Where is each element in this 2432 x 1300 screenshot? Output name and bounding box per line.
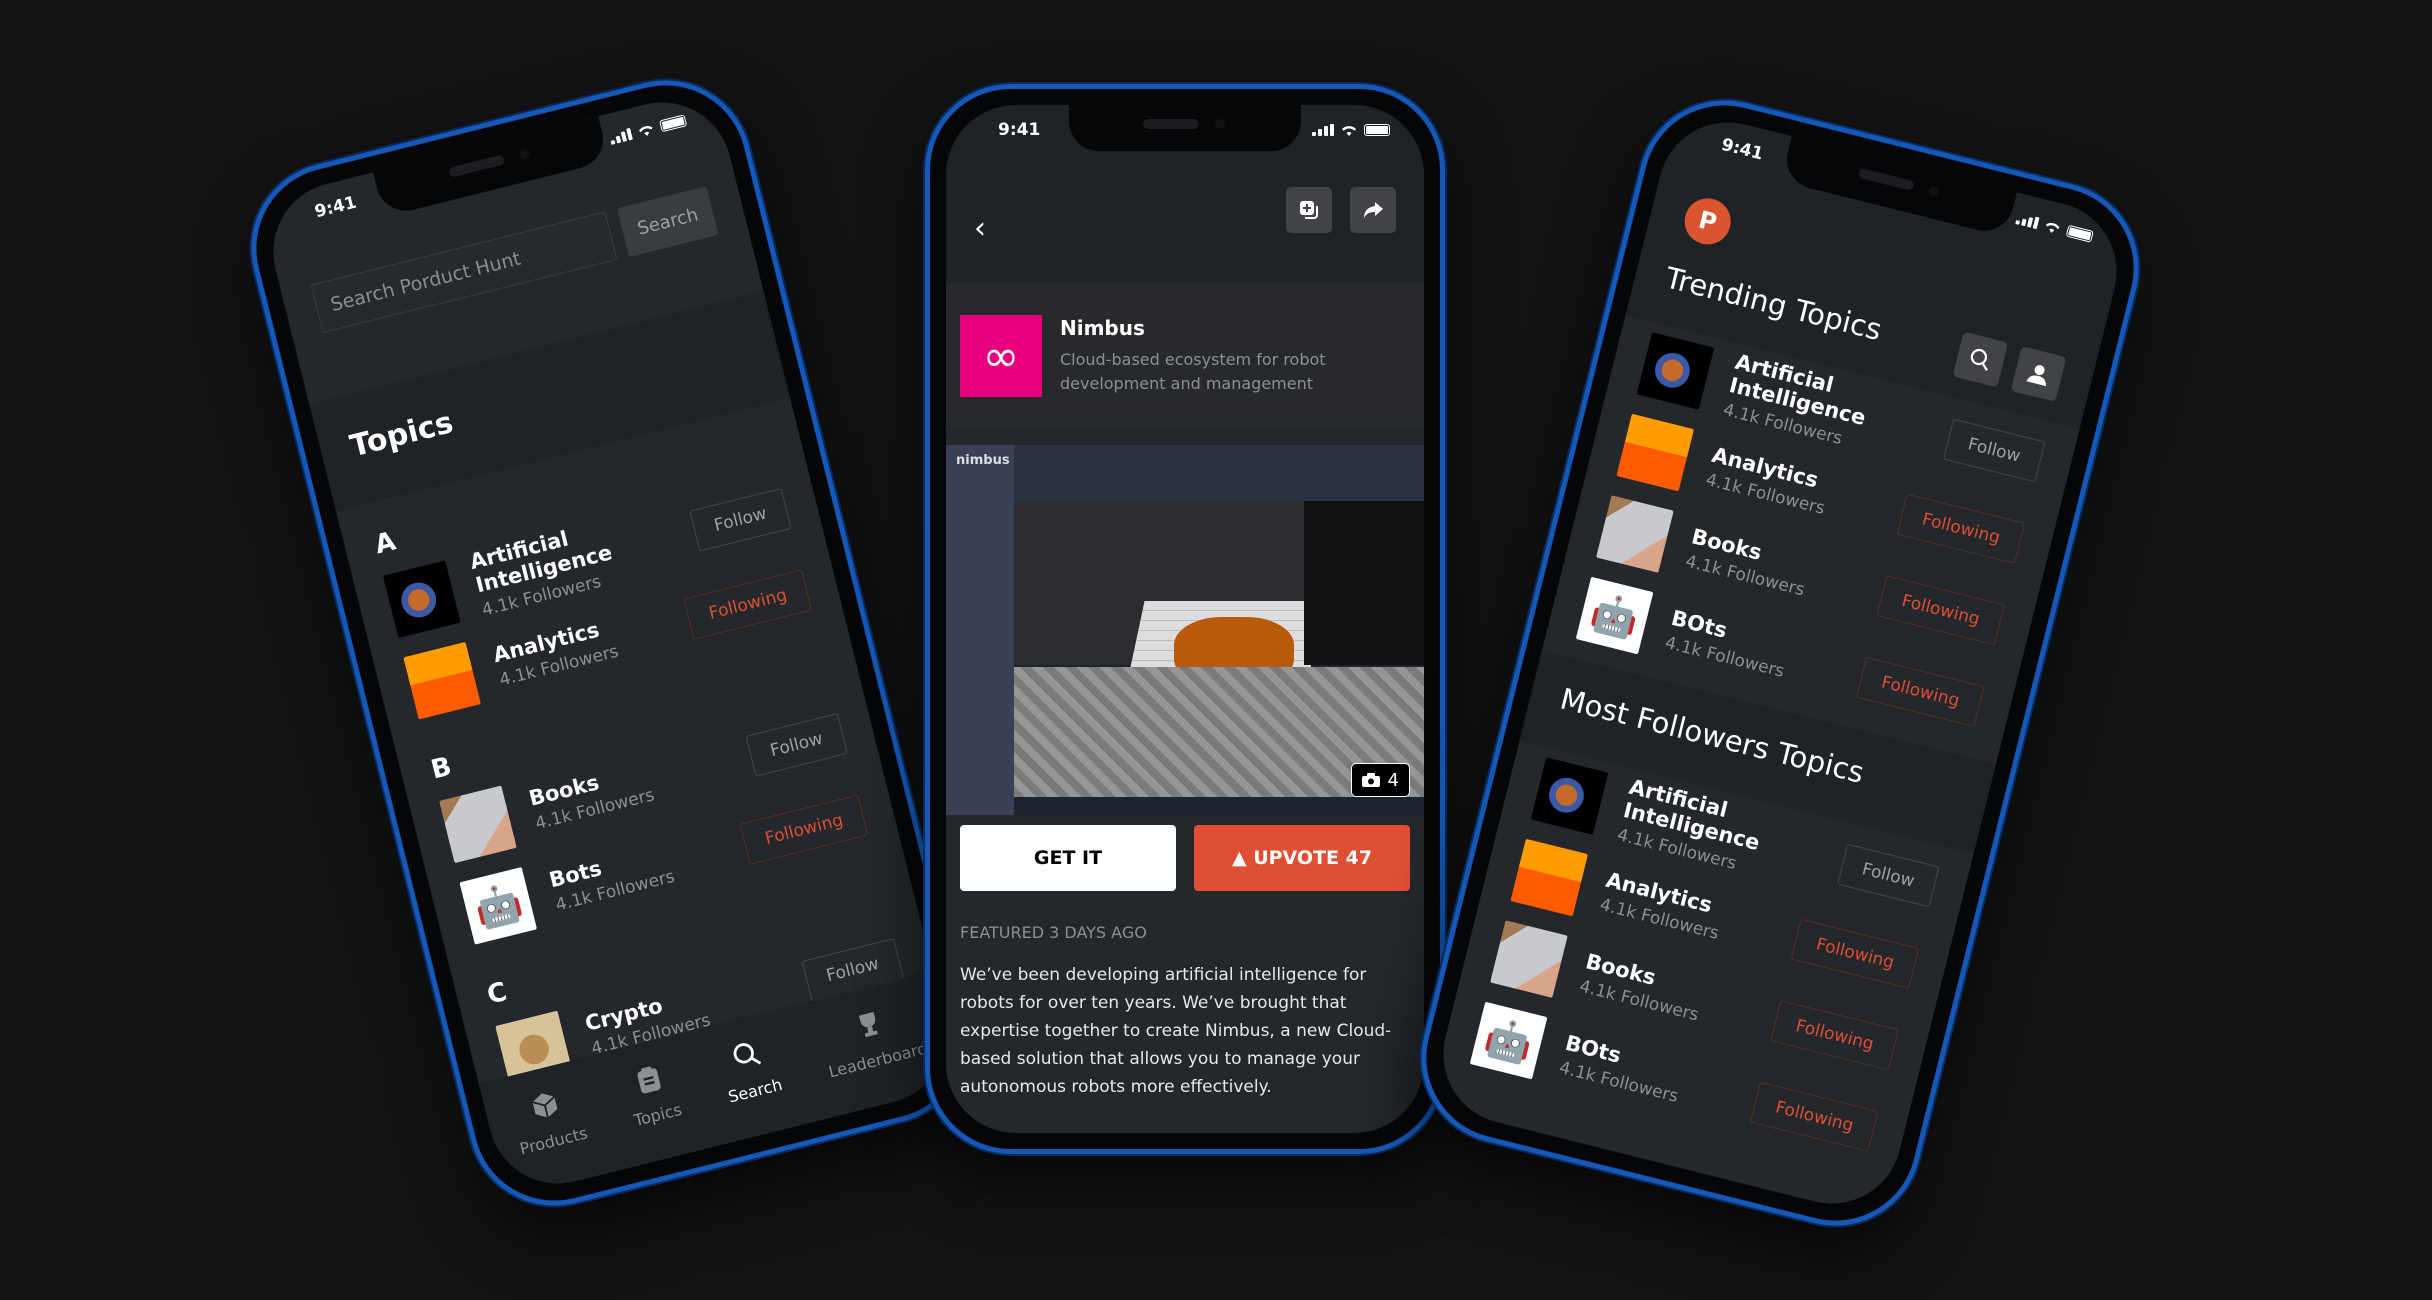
following-button[interactable]: Following [1876,575,2005,646]
search-icon [728,1037,765,1077]
books-thumbnail [1596,495,1674,573]
action-buttons: GET IT ▲ UPVOTE 47 [960,825,1410,891]
nimbus-logo: ∞ [960,315,1042,397]
following-button[interactable]: Following [1856,656,1985,727]
analytics-thumbnail [1616,413,1694,492]
brain-thumbnail [1530,757,1609,835]
get-it-button[interactable]: GET IT [960,825,1176,891]
product-card: ∞ Nimbus Cloud-based ecosystem for robot… [946,283,1424,429]
back-chevron-icon[interactable]: ‹ [974,211,986,246]
search-button[interactable] [1952,331,2009,388]
signal-icon [1312,124,1334,136]
follow-button[interactable]: Follow [1942,418,2046,483]
signal-icon [609,127,633,145]
search-input[interactable]: Search Porduct Hunt [310,211,618,334]
wifi-icon [1342,125,1356,136]
follow-button[interactable]: Follow [1836,843,1940,908]
battery-icon [2065,224,2094,243]
camera-feed-preview [1304,501,1424,665]
add-to-collection-button[interactable] [1286,187,1332,233]
cube-icon [527,1087,564,1127]
infinity-icon: ∞ [982,330,1020,382]
following-button[interactable]: Following [683,569,813,640]
tab-products[interactable]: Products [508,1083,590,1159]
media-count: 4 [1387,769,1399,791]
upvote-label: UPVOTE 47 [1253,847,1373,869]
following-button[interactable]: Following [740,794,869,865]
add-collection-icon [1300,201,1318,219]
upvote-button[interactable]: ▲ UPVOTE 47 [1194,825,1410,891]
tab-label: Products [517,1123,590,1159]
analytics-thumbnail [1510,838,1589,917]
tab-search[interactable]: Search [716,1034,785,1107]
tab-leaderboard[interactable]: Leaderboard [817,998,930,1082]
following-button[interactable]: Following [1770,1000,1899,1071]
brain-thumbnail [1636,332,1715,410]
books-thumbnail [1490,920,1568,998]
product-tagline: Cloud-based ecosystem for robot developm… [1060,350,1326,393]
status-time: 9:41 [312,192,359,223]
follow-button[interactable]: Follow [745,712,848,777]
follow-button[interactable]: Follow [689,487,792,552]
trophy-icon [851,1006,888,1046]
battery-icon [1364,124,1390,136]
tab-label: Topics [631,1099,684,1131]
following-button[interactable]: Following [1896,493,2026,564]
app-label: nimbus [956,453,1010,468]
following-button[interactable]: Following [1750,1081,1879,1152]
upvote-triangle-icon: ▲ [1231,847,1247,869]
search-icon [1970,348,1988,371]
signal-icon [2015,212,2040,230]
app-header-preview [1014,445,1424,501]
user-icon [2026,365,2046,387]
wifi-icon [2046,222,2060,233]
books-thumbnail [439,785,517,864]
analytics-thumbnail [403,641,481,720]
product-description: We’ve been developing artificial intelli… [960,965,1392,1097]
share-button[interactable] [1350,187,1396,233]
media-gallery[interactable]: nimbus 4 [946,445,1424,815]
bots-thumbnail: 🤖 [1469,1001,1548,1080]
battery-icon [659,114,688,133]
media-count-badge: 4 [1350,763,1410,797]
following-button[interactable]: Following [1790,918,1920,989]
screen: 9:41 P Trending Topics Artificial Intell… [1428,107,2132,1219]
brain-thumbnail [383,560,461,639]
bots-thumbnail: 🤖 [459,867,538,945]
product-name: Nimbus [1060,316,1145,340]
profile-button[interactable] [2010,346,2067,402]
clipboard-icon [631,1061,668,1101]
phone-trending-topics: 9:41 P Trending Topics Artificial Intell… [1403,82,2157,1244]
phone-search-topics: 9:41 Search Porduct Hunt Search Topics A… [233,62,987,1224]
share-icon [1364,202,1383,218]
featured-date: FEATURED 3 DAYS AGO [960,923,1147,942]
tab-label: Search [726,1074,785,1107]
screen: 9:41 ‹ ∞ Nimbus Cloud-based ecosystem fo… [946,105,1424,1133]
status-time: 9:41 [998,120,1041,140]
status-bar: 9:41 [946,105,1424,155]
status-time: 9:41 [1719,134,1766,165]
wifi-icon [638,125,653,136]
tab-label: Leaderboard [826,1038,930,1082]
search-button[interactable]: Search [617,186,719,257]
bots-thumbnail: 🤖 [1575,576,1654,655]
camera-icon [1361,773,1380,787]
tab-topics[interactable]: Topics [622,1059,684,1130]
phone-product-detail: 9:41 ‹ ∞ Nimbus Cloud-based ecosystem fo… [925,84,1445,1154]
screen: 9:41 Search Porduct Hunt Search Topics A… [258,87,962,1199]
app-sidebar-preview: nimbus [946,445,1014,815]
topics-list: A Artificial Intelligence 4.1k Followers Fo… [336,398,933,1170]
product-hunt-logo[interactable]: P [1679,193,1736,250]
